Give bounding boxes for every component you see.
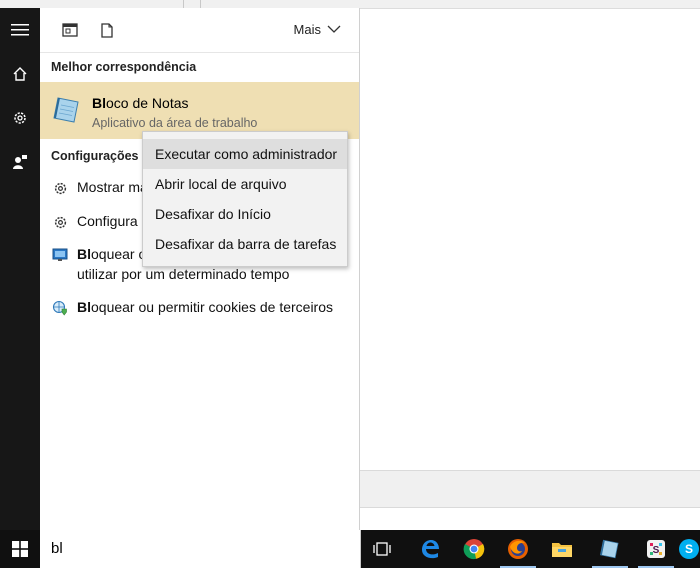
panel-toolbar: Mais (40, 8, 359, 53)
notepad-icon (600, 539, 619, 559)
start-button[interactable] (0, 530, 40, 568)
menu-item-unpin-from-taskbar[interactable]: Desafixar da barra de tarefas (143, 229, 347, 259)
gear-icon (52, 214, 68, 230)
document-icon (101, 22, 113, 38)
firefox-icon (508, 539, 528, 559)
menu-item-open-file-location[interactable]: Abrir local de arquivo (143, 169, 347, 199)
background-status-area (360, 470, 700, 507)
start-left-rail (0, 8, 40, 530)
settings-result-cookies[interactable]: Bloquear ou permitir cookies de terceiro… (40, 298, 359, 326)
background-status-area-2 (360, 507, 700, 531)
skype-icon: S (679, 539, 699, 559)
chrome-icon (463, 539, 485, 560)
settings-button[interactable] (0, 96, 40, 140)
gear-icon (14, 112, 26, 124)
edge-icon (422, 540, 439, 559)
skype-button[interactable]: S (678, 530, 700, 568)
search-input[interactable]: bl (51, 540, 63, 557)
firefox-button[interactable] (496, 530, 540, 568)
task-view-icon (373, 542, 391, 556)
search-results-panel: Mais Melhor correspondência Bloco de Not… (40, 8, 360, 530)
home-icon (13, 67, 27, 81)
svg-text:S: S (685, 542, 693, 556)
feedback-person-icon (13, 155, 27, 169)
settings-result-label: Bloquear ou permitir cookies de terceiro… (77, 299, 334, 315)
settings-result-label: Bloquear o (77, 246, 147, 262)
more-filters-button[interactable]: Mais (294, 22, 341, 37)
context-menu: Executar como administrador Abrir local … (142, 131, 348, 267)
best-match-header: Melhor correspondência (51, 60, 197, 74)
gear-icon (52, 180, 68, 196)
svg-text:S: S (653, 545, 660, 556)
file-explorer-button[interactable] (540, 530, 584, 568)
app-window-icon (62, 23, 78, 37)
more-label: Mais (293, 22, 321, 37)
best-match-title: Bloco de Notas (92, 95, 189, 111)
taskbar: bl S S (0, 530, 700, 568)
hamburger-icon (11, 24, 29, 36)
chrome-button[interactable] (452, 530, 496, 568)
documents-filter-button[interactable] (97, 20, 117, 40)
chevron-down-icon (327, 25, 341, 33)
best-match-subtitle: Aplicativo da área de trabalho (92, 116, 258, 130)
apps-filter-button[interactable] (60, 20, 80, 40)
hamburger-menu-button[interactable] (0, 8, 40, 52)
home-button[interactable] (0, 52, 40, 96)
edge-button[interactable] (408, 530, 452, 568)
settings-result-label: Mostrar ma (77, 179, 148, 195)
slack-button[interactable]: S (634, 530, 678, 568)
feedback-button[interactable] (0, 140, 40, 184)
settings-result-label-line2: utilizar por um determinado tempo (77, 266, 290, 282)
settings-result-label: Configura (77, 213, 138, 229)
file-explorer-icon (552, 543, 572, 557)
menu-item-run-as-admin[interactable]: Executar como administrador (143, 139, 347, 169)
notepad-taskbar-button[interactable] (588, 530, 632, 568)
windows-logo-icon (12, 541, 28, 557)
taskbar-search-box[interactable]: bl (40, 530, 361, 568)
slack-icon: S (647, 540, 665, 558)
menu-item-unpin-from-start[interactable]: Desafixar do Início (143, 199, 347, 229)
task-view-button[interactable] (360, 530, 404, 568)
notepad-icon (52, 96, 82, 124)
screen-icon (52, 247, 68, 263)
globe-shield-icon (52, 300, 68, 316)
settings-header: Configurações (51, 149, 139, 163)
